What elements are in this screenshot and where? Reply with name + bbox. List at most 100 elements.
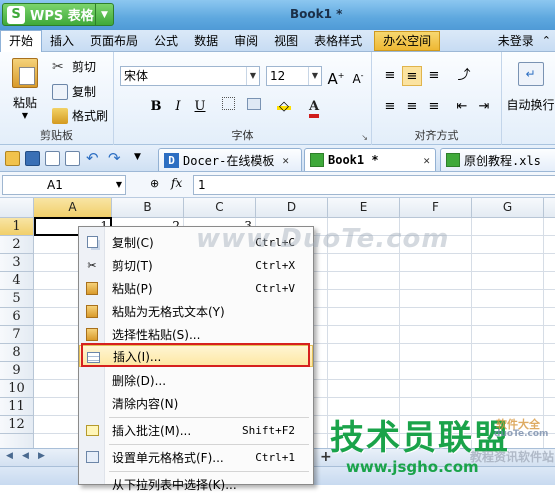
orientation-button[interactable]: ⤴ [454, 66, 474, 86]
font-color-button[interactable]: A [304, 97, 324, 118]
function-icon[interactable]: fx [171, 176, 182, 190]
indent-decrease-button[interactable]: ⇤ [452, 97, 472, 117]
menu-item-pick-from-list[interactable]: 从下拉列表中选择(K)... [79, 473, 313, 495]
row-header[interactable]: 4 [0, 272, 34, 290]
wps-menu-button[interactable]: S WPS 表格 ▼ [2, 3, 114, 26]
tab-table-style[interactable]: 表格样式 [306, 30, 370, 52]
chevron-down-icon[interactable]: ▼ [6, 111, 44, 120]
menu-item-paste-plain-text[interactable]: 粘贴为无格式文本(Y) [79, 300, 313, 322]
format-painter-button[interactable]: 格式刷 [52, 107, 108, 124]
copy-button[interactable]: 复制 [52, 83, 96, 100]
font-name-combo[interactable]: 宋体 ▼ [120, 66, 260, 86]
menu-item-paste-special[interactable]: 选择性粘贴(S)... [79, 323, 313, 345]
grow-font-button[interactable]: A+ [326, 66, 346, 88]
column-header[interactable] [544, 198, 555, 218]
formula-input[interactable]: 1 [193, 175, 555, 195]
name-box[interactable]: A1 ▼ [2, 175, 126, 195]
chevron-down-icon[interactable]: ▼ [308, 67, 321, 85]
row-header[interactable] [0, 434, 34, 448]
first-sheet-icon[interactable]: ◀ [6, 451, 13, 461]
paste-button[interactable]: 粘贴 ▼ [6, 58, 44, 122]
tab-review[interactable]: 审阅 [226, 30, 266, 52]
cut-button[interactable]: ✂ 剪切 [52, 58, 96, 75]
shrink-font-button[interactable]: A- [348, 66, 368, 86]
tab-insert[interactable]: 插入 [42, 30, 82, 52]
menu-item-clear-contents[interactable]: 清除内容(N) [79, 392, 313, 414]
login-link[interactable]: 未登录 [494, 30, 538, 52]
tab-book1[interactable]: Book1 * ✕ [304, 148, 436, 171]
row-header[interactable]: 9 [0, 362, 34, 380]
italic-button[interactable]: I [168, 97, 188, 117]
column-header[interactable]: C [184, 198, 256, 218]
column-header[interactable]: E [328, 198, 400, 218]
tab-data[interactable]: 数据 [186, 30, 226, 52]
row-header[interactable]: 12 [0, 416, 34, 434]
column-header[interactable]: A [34, 198, 112, 218]
align-middle-button[interactable]: ≡ [402, 66, 422, 86]
watermark-jsgho-url: www.jsgho.com [346, 458, 479, 476]
border-button[interactable] [218, 97, 238, 117]
row-header[interactable]: 1 [0, 218, 34, 236]
row-header[interactable]: 10 [0, 380, 34, 398]
fill-color-button[interactable]: ◇ [274, 97, 294, 117]
menu-item-delete[interactable]: 删除(D)... [79, 369, 313, 391]
row-header[interactable]: 8 [0, 344, 34, 362]
print-preview-icon[interactable] [65, 151, 80, 166]
row-header[interactable]: 11 [0, 398, 34, 416]
tab-home[interactable]: 开始 [0, 29, 43, 52]
alignment-group: ≡ ≡ ≡ ⤴ ≡ ≡ ≡ ⇤ ⇥ 对齐方式 [372, 52, 502, 145]
undo-icon[interactable]: ↶ [86, 149, 99, 167]
open-folder-icon[interactable] [5, 151, 20, 166]
menu-separator [109, 444, 309, 445]
align-left-button[interactable]: ≡ [380, 97, 400, 117]
menu-item-paste[interactable]: 粘贴(P) Ctrl+V [79, 277, 313, 299]
ribbon-collapse-icon[interactable]: ⌃ [538, 34, 555, 47]
indent-increase-button[interactable]: ⇥ [474, 97, 494, 117]
redo-icon[interactable]: ↷ [108, 149, 121, 167]
align-right-button[interactable]: ≡ [424, 97, 444, 117]
chevron-down-icon[interactable]: ▼ [95, 4, 113, 25]
row-header[interactable]: 3 [0, 254, 34, 272]
bold-button[interactable]: B [146, 97, 166, 117]
menu-item-insert-comment[interactable]: 插入批注(M)... Shift+F2 [79, 419, 313, 441]
chevron-down-icon[interactable]: ▼ [246, 67, 259, 85]
menu-item-shortcut: Ctrl+1 [255, 450, 295, 464]
select-all-corner[interactable] [0, 198, 34, 218]
column-header[interactable]: B [112, 198, 184, 218]
chevron-down-icon[interactable]: ▼ [116, 176, 122, 194]
align-bottom-button[interactable]: ≡ [424, 66, 444, 86]
zoom-icon[interactable]: ⊕ [150, 177, 159, 190]
row-header[interactable]: 7 [0, 326, 34, 344]
cut-label: 剪切 [72, 60, 97, 74]
close-icon[interactable]: ✕ [423, 154, 430, 167]
tab-formula[interactable]: 公式 [146, 30, 186, 52]
next-sheet-icon[interactable]: ▶ [38, 451, 45, 461]
column-header[interactable]: F [400, 198, 472, 218]
tab-original-tutorial[interactable]: 原创教程.xls [440, 148, 555, 171]
save-icon[interactable] [25, 151, 40, 166]
menu-item-label: 粘贴为无格式文本(Y) [112, 304, 225, 319]
row-header[interactable]: 6 [0, 308, 34, 326]
menu-item-cut[interactable]: ✂ 剪切(T) Ctrl+X [79, 254, 313, 276]
align-center-button[interactable]: ≡ [402, 97, 422, 117]
column-header[interactable]: G [472, 198, 544, 218]
row-header[interactable]: 2 [0, 236, 34, 254]
tab-office-space[interactable]: 办公空间 [374, 30, 441, 51]
tab-docer[interactable]: D Docer-在线模板 ✕ [158, 148, 302, 171]
column-header[interactable]: D [256, 198, 328, 218]
menu-item-format-cells[interactable]: 设置单元格格式(F)... Ctrl+1 [79, 446, 313, 468]
tab-page-layout[interactable]: 页面布局 [82, 30, 146, 52]
formula-bar: A1 ▼ ⊕ fx 1 [0, 172, 555, 198]
tab-view[interactable]: 视图 [266, 30, 306, 52]
underline-button[interactable]: U [190, 97, 210, 117]
quick-access-dropdown-icon[interactable]: ▼ [134, 152, 141, 162]
print-icon[interactable] [45, 151, 60, 166]
close-icon[interactable]: ✕ [282, 154, 289, 167]
prev-sheet-icon[interactable]: ◀ [22, 451, 29, 461]
font-size-combo[interactable]: 12 ▼ [266, 66, 322, 86]
wrap-text-button[interactable]: ↵ 自动换行 [506, 62, 555, 122]
merge-button[interactable] [244, 97, 264, 117]
row-header[interactable]: 5 [0, 290, 34, 308]
font-dialog-launcher-icon[interactable]: ↘ [361, 133, 368, 142]
align-top-button[interactable]: ≡ [380, 66, 400, 86]
